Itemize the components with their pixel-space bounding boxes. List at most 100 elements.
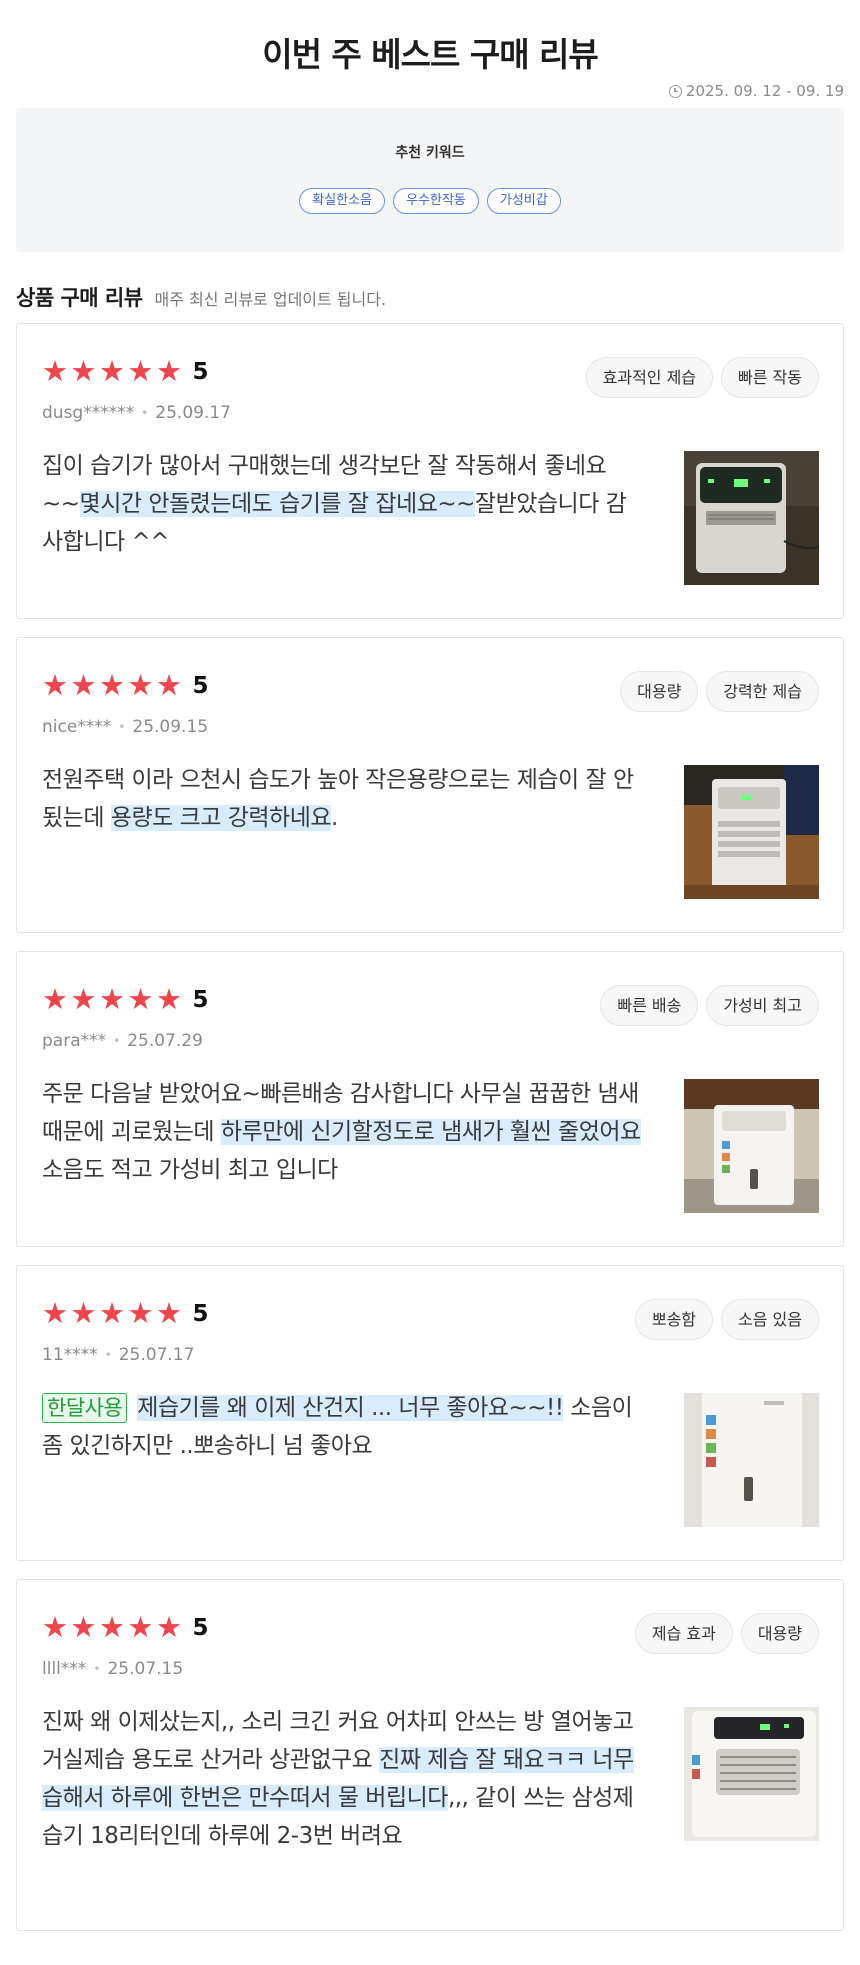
star-icon: ★ — [99, 1296, 125, 1330]
review-text: 주문 다음날 받았어요~빠른배송 감사합니다 사무실 꿉꿉한 냄새 때문에 괴로… — [42, 1081, 641, 1183]
keyword-chip[interactable]: 가성비갑 — [486, 188, 561, 214]
star-icon: ★ — [42, 354, 68, 388]
star-icon: ★ — [70, 1296, 97, 1330]
review-meta: dusg****** • 25.09.17 — [42, 403, 231, 423]
section-header: 상품 구매 리뷰 매주 최신 리뷰로 업데이트 됩니다. — [16, 282, 386, 312]
star-icon: ★ — [156, 982, 182, 1016]
review-text: 전원주택 이라 으천시 습도가 높아 작은용량으로는 제습이 잘 안 됬는데 용… — [42, 767, 634, 831]
separator-dot: • — [113, 1034, 121, 1048]
review-tag: 대용량 — [740, 1613, 819, 1654]
star-icon: ★ — [99, 354, 125, 388]
review-tag: 강력한 제습 — [706, 671, 819, 712]
review-text: 진짜 왜 이제샀는지,, 소리 크긴 커요 어차피 안쓰는 방 열어놓고 거실제… — [42, 1709, 634, 1849]
star-icon: ★ — [99, 668, 125, 702]
star-icon: ★ — [127, 1296, 154, 1330]
separator-dot: • — [141, 406, 149, 420]
review-photo[interactable] — [684, 451, 819, 585]
reviewer-id: llll*** — [42, 1659, 87, 1679]
review-photo[interactable] — [684, 1393, 819, 1527]
rating-value: 5 — [192, 1300, 209, 1327]
review-tags: 뽀송함 소음 있음 — [634, 1299, 819, 1340]
review-tag: 제습 효과 — [634, 1613, 733, 1654]
rating-value: 5 — [192, 672, 209, 699]
rating-value: 5 — [192, 986, 209, 1013]
review-meta: nice**** • 25.09.15 — [42, 717, 208, 737]
star-icon: ★ — [127, 982, 154, 1016]
review-tags: 빠른 배송 가성비 최고 — [600, 985, 819, 1026]
review-tag: 효과적인 제습 — [585, 357, 714, 398]
review-meta: para*** • 25.07.29 — [42, 1031, 203, 1051]
rating: ★ ★ ★ ★ ★ 5 — [42, 357, 209, 386]
review-date: 25.07.15 — [107, 1659, 184, 1679]
rating: ★ ★ ★ ★ ★ 5 — [42, 1299, 209, 1328]
highlighted-text: 하루만에 신기할정도로 냄새가 훨씬 줄었어요 — [220, 1119, 641, 1145]
review-tag: 뽀송함 — [634, 1299, 714, 1340]
review-date: 25.09.17 — [155, 403, 231, 423]
review-photo[interactable] — [684, 1079, 819, 1213]
highlighted-text: 제습기를 왜 이제 산건지 ... 너무 좋아요~~!! — [137, 1395, 564, 1421]
review-tag: 가성비 최고 — [706, 985, 819, 1026]
date-range-text: 2025. 09. 12 - 09. 19 — [685, 82, 844, 100]
review-tag: 소음 있음 — [721, 1299, 819, 1340]
section-title: 상품 구매 리뷰 — [16, 286, 143, 310]
star-icon: ★ — [99, 982, 125, 1016]
review-card: ★ ★ ★ ★ ★ 5 11**** • 25.07.17 뽀송함 소음 있음 한달사용… — [16, 1265, 844, 1561]
rating-value: 5 — [192, 1614, 209, 1641]
review-tags: 대용량 강력한 제습 — [620, 671, 819, 712]
keyword-chip-list: 확실한소음 우수한작동 가성비갑 — [16, 188, 844, 214]
section-subtitle: 매주 최신 리뷰로 업데이트 됩니다. — [154, 290, 387, 309]
review-tags: 효과적인 제습 빠른 작동 — [585, 357, 819, 398]
star-icon: ★ — [127, 668, 154, 702]
reviewer-id: nice**** — [42, 717, 112, 737]
star-icon: ★ — [156, 1296, 182, 1330]
star-icon: ★ — [156, 1610, 182, 1644]
star-icon: ★ — [42, 1610, 68, 1644]
recommended-keywords-panel: 추천 키워드 확실한소음 우수한작동 가성비갑 — [16, 108, 844, 252]
review-meta: 11**** • 25.07.17 — [42, 1345, 194, 1365]
review-text: 한달사용 제습기를 왜 이제 산건지 ... 너무 좋아요~~!! 소음이 좀 있… — [42, 1393, 633, 1459]
star-icon: ★ — [127, 354, 154, 388]
star-icon: ★ — [99, 1610, 125, 1644]
review-card: ★ ★ ★ ★ ★ 5 dusg****** • 25.09.17 효과적인 제습 빠른… — [16, 323, 844, 619]
reviewer-id: dusg****** — [42, 403, 135, 423]
star-icon: ★ — [156, 354, 182, 388]
star-icon: ★ — [127, 1610, 154, 1644]
review-tag: 빠른 작동 — [721, 357, 819, 398]
date-range: 2025. 09. 12 - 09. 19 — [668, 82, 844, 100]
review-photo[interactable] — [684, 1707, 819, 1841]
review-meta: llll*** • 25.07.15 — [42, 1659, 183, 1679]
rating: ★ ★ ★ ★ ★ 5 — [42, 671, 209, 700]
highlighted-text: 몇시간 안돌렸는데도 습기를 잘 잡네요~~ — [79, 491, 475, 517]
review-photo[interactable] — [684, 765, 819, 899]
review-card: ★ ★ ★ ★ ★ 5 para*** • 25.07.29 빠른 배송 가성비 최고 … — [16, 951, 844, 1247]
star-icon: ★ — [70, 982, 97, 1016]
keywords-title: 추천 키워드 — [395, 145, 465, 161]
rating: ★ ★ ★ ★ ★ 5 — [42, 985, 209, 1014]
review-date: 25.09.15 — [132, 717, 209, 737]
page-title: 이번 주 베스트 구매 리뷰 — [262, 35, 599, 74]
review-date: 25.07.17 — [118, 1345, 195, 1365]
review-text: 집이 습기가 많아서 구매했는데 생각보단 잘 작동해서 좋네요~~몇시간 안돌… — [42, 453, 627, 555]
usage-period-badge: 한달사용 — [42, 1393, 128, 1423]
separator-dot: • — [118, 720, 126, 734]
review-card: ★ ★ ★ ★ ★ 5 nice**** • 25.09.15 대용량 강력한 제습 전… — [16, 637, 844, 933]
rating-value: 5 — [192, 358, 209, 385]
separator-dot: • — [104, 1348, 112, 1362]
review-tag: 대용량 — [620, 671, 699, 712]
highlighted-text: 용량도 크고 강력하네요 — [110, 805, 332, 831]
clock-icon — [668, 84, 682, 98]
rating: ★ ★ ★ ★ ★ 5 — [42, 1613, 209, 1642]
keyword-chip[interactable]: 우수한작동 — [393, 188, 479, 214]
star-icon: ★ — [70, 668, 97, 702]
star-icon: ★ — [42, 1296, 68, 1330]
star-icon: ★ — [70, 354, 97, 388]
reviewer-id: 11**** — [42, 1345, 98, 1365]
star-icon: ★ — [42, 668, 68, 702]
keyword-chip[interactable]: 확실한소음 — [299, 188, 386, 214]
star-icon: ★ — [156, 668, 182, 702]
star-icon: ★ — [42, 982, 68, 1016]
review-tags: 제습 효과 대용량 — [634, 1613, 819, 1654]
reviewer-id: para*** — [42, 1031, 107, 1051]
review-tag: 빠른 배송 — [600, 985, 699, 1026]
review-card: ★ ★ ★ ★ ★ 5 llll*** • 25.07.15 제습 효과 대용량 진짜 … — [16, 1579, 844, 1931]
